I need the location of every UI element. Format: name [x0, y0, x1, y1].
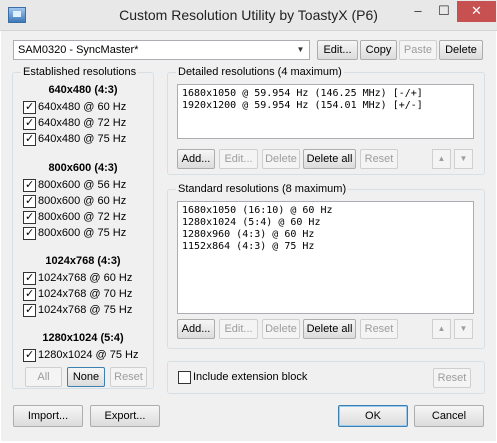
- checkbox-box[interactable]: [23, 210, 36, 224]
- checkbox-label: 1280x1024 @ 75 Hz: [38, 349, 139, 361]
- monitor-select-value: SAM0320 - SyncMaster*: [18, 44, 139, 56]
- established-reset-button[interactable]: Reset: [110, 367, 147, 387]
- include-extension-label: Include extension block: [193, 371, 308, 383]
- list-item[interactable]: 1280x1024 (5:4) @ 60 Hz: [178, 217, 473, 229]
- standard-delete-button[interactable]: Delete: [262, 319, 300, 339]
- checkbox-box[interactable]: [23, 303, 36, 317]
- detailed-edit-button[interactable]: Edit...: [219, 149, 258, 169]
- cancel-button[interactable]: Cancel: [414, 405, 484, 427]
- list-item[interactable]: 1152x864 (4:3) @ 75 Hz: [178, 241, 473, 253]
- checkbox-label: 1024x768 @ 60 Hz: [38, 272, 133, 284]
- list-item[interactable]: 1680x1050 (16:10) @ 60 Hz: [178, 205, 473, 217]
- minimize-button[interactable]: –: [405, 1, 431, 22]
- paste-button[interactable]: Paste: [399, 40, 437, 60]
- checkbox-800x600-60[interactable]: 800x600 @ 60 Hz: [23, 194, 127, 210]
- checkbox-label: 800x600 @ 72 Hz: [38, 211, 127, 223]
- checkbox-box[interactable]: [23, 194, 36, 208]
- group-header-1024x768: 1024x768 (4:3): [45, 255, 121, 267]
- checkbox-label: 1024x768 @ 75 Hz: [38, 304, 133, 316]
- detailed-add-button[interactable]: Add...: [177, 149, 215, 169]
- group-header-800x600: 800x600 (4:3): [48, 162, 118, 174]
- copy-button[interactable]: Copy: [360, 40, 397, 60]
- select-all-button[interactable]: All: [25, 367, 62, 387]
- standard-reset-button[interactable]: Reset: [360, 319, 398, 339]
- checkbox-box[interactable]: [23, 287, 36, 301]
- monitor-select[interactable]: SAM0320 - SyncMaster* ▼: [13, 40, 310, 60]
- checkbox-800x600-56[interactable]: 800x600 @ 56 Hz: [23, 178, 127, 194]
- checkbox-box[interactable]: [178, 371, 191, 384]
- standard-delete-all-button[interactable]: Delete all: [303, 319, 356, 339]
- checkbox-1280x1024-75[interactable]: 1280x1024 @ 75 Hz: [23, 348, 139, 364]
- checkbox-800x600-72[interactable]: 800x600 @ 72 Hz: [23, 210, 127, 226]
- detailed-move-down-icon[interactable]: ▼: [454, 149, 473, 169]
- edit-monitor-button[interactable]: Edit...: [317, 40, 358, 60]
- checkbox-1024x768-75[interactable]: 1024x768 @ 75 Hz: [23, 303, 133, 319]
- checkbox-label: 800x600 @ 56 Hz: [38, 179, 127, 191]
- detailed-resolutions-list[interactable]: 1680x1050 @ 59.954 Hz (146.25 MHz) [-/+]…: [177, 84, 474, 139]
- checkbox-label: 800x600 @ 60 Hz: [38, 195, 127, 207]
- detailed-reset-button[interactable]: Reset: [360, 149, 398, 169]
- checkbox-box[interactable]: [23, 271, 36, 285]
- checkbox-label: 640x480 @ 60 Hz: [38, 101, 127, 113]
- detailed-move-up-icon[interactable]: ▲: [432, 149, 451, 169]
- standard-move-down-icon[interactable]: ▼: [454, 319, 473, 339]
- include-extension-checkbox[interactable]: Include extension block: [178, 371, 307, 384]
- standard-add-button[interactable]: Add...: [177, 319, 215, 339]
- list-item[interactable]: 1280x960 (4:3) @ 60 Hz: [178, 229, 473, 241]
- checkbox-label: 1024x768 @ 70 Hz: [38, 288, 133, 300]
- import-button[interactable]: Import...: [13, 405, 83, 427]
- checkbox-box[interactable]: [23, 178, 36, 192]
- checkbox-640x480-72[interactable]: 640x480 @ 72 Hz: [23, 116, 127, 132]
- established-resolutions-title: Established resolutions: [21, 66, 139, 78]
- maximize-button[interactable]: ☐: [431, 1, 457, 22]
- standard-resolutions-title: Standard resolutions (8 maximum): [176, 183, 349, 195]
- extension-reset-button[interactable]: Reset: [433, 368, 471, 388]
- select-none-button[interactable]: None: [67, 367, 105, 387]
- group-header-1280x1024: 1280x1024 (5:4): [42, 332, 124, 344]
- detailed-resolutions-title: Detailed resolutions (4 maximum): [176, 66, 344, 78]
- standard-move-up-icon[interactable]: ▲: [432, 319, 451, 339]
- standard-edit-button[interactable]: Edit...: [219, 319, 258, 339]
- checkbox-label: 640x480 @ 75 Hz: [38, 133, 127, 145]
- detailed-delete-button[interactable]: Delete: [262, 149, 300, 169]
- list-item[interactable]: 1680x1050 @ 59.954 Hz (146.25 MHz) [-/+]: [178, 88, 473, 100]
- checkbox-1024x768-70[interactable]: 1024x768 @ 70 Hz: [23, 287, 133, 303]
- ok-button[interactable]: OK: [338, 405, 408, 427]
- checkbox-640x480-75[interactable]: 640x480 @ 75 Hz: [23, 132, 127, 148]
- delete-monitor-button[interactable]: Delete: [439, 40, 483, 60]
- detailed-delete-all-button[interactable]: Delete all: [303, 149, 356, 169]
- checkbox-box[interactable]: [23, 226, 36, 240]
- group-header-640x480: 640x480 (4:3): [48, 84, 118, 96]
- checkbox-box[interactable]: [23, 132, 36, 146]
- checkbox-800x600-75[interactable]: 800x600 @ 75 Hz: [23, 226, 127, 242]
- standard-resolutions-list[interactable]: 1680x1050 (16:10) @ 60 Hz 1280x1024 (5:4…: [177, 201, 474, 314]
- checkbox-box[interactable]: [23, 116, 36, 130]
- checkbox-box[interactable]: [23, 348, 36, 362]
- list-item[interactable]: 1920x1200 @ 59.954 Hz (154.01 MHz) [+/-]: [178, 100, 473, 112]
- export-button[interactable]: Export...: [90, 405, 160, 427]
- checkbox-1024x768-60[interactable]: 1024x768 @ 60 Hz: [23, 271, 133, 287]
- checkbox-label: 640x480 @ 72 Hz: [38, 117, 127, 129]
- dialog-body: SAM0320 - SyncMaster* ▼ Edit... Copy Pas…: [1, 31, 496, 441]
- close-button[interactable]: ✕: [457, 1, 496, 22]
- chevron-down-icon[interactable]: ▼: [292, 41, 309, 59]
- title-bar: Custom Resolution Utility by ToastyX (P6…: [0, 0, 497, 31]
- established-resolutions-group: Established resolutions 640x480 (4:3) 64…: [12, 66, 154, 389]
- checkbox-box[interactable]: [23, 100, 36, 114]
- checkbox-label: 800x600 @ 75 Hz: [38, 227, 127, 239]
- checkbox-640x480-60[interactable]: 640x480 @ 60 Hz: [23, 100, 127, 116]
